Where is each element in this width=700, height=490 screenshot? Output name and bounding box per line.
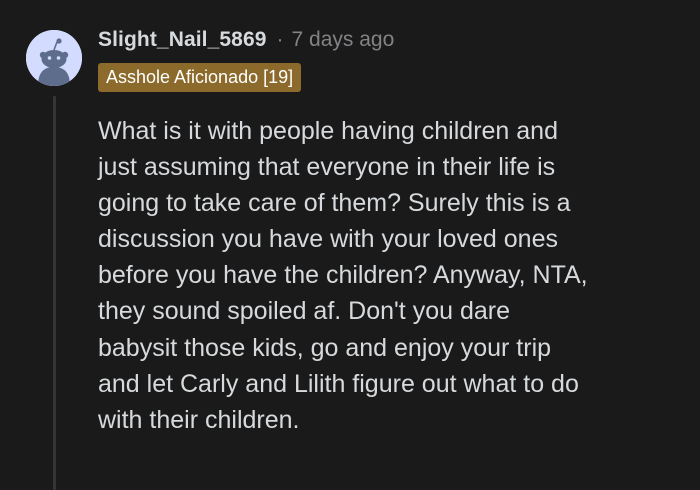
user-flair-badge: Asshole Aficionado [19]: [98, 63, 302, 92]
meta-separator: ·: [276, 28, 284, 51]
thread-collapse-line[interactable]: [53, 96, 56, 490]
comment: Slight_Nail_5869 · 7 days ago Asshole Af…: [0, 0, 700, 490]
user-avatar-icon[interactable]: [26, 30, 82, 86]
comment-meta: Slight_Nail_5869 · 7 days ago: [98, 22, 394, 58]
comment-timestamp[interactable]: 7 days ago: [292, 28, 395, 52]
comment-author-link[interactable]: Slight_Nail_5869: [98, 28, 267, 52]
comment-body: What is it with people having children a…: [98, 117, 588, 434]
